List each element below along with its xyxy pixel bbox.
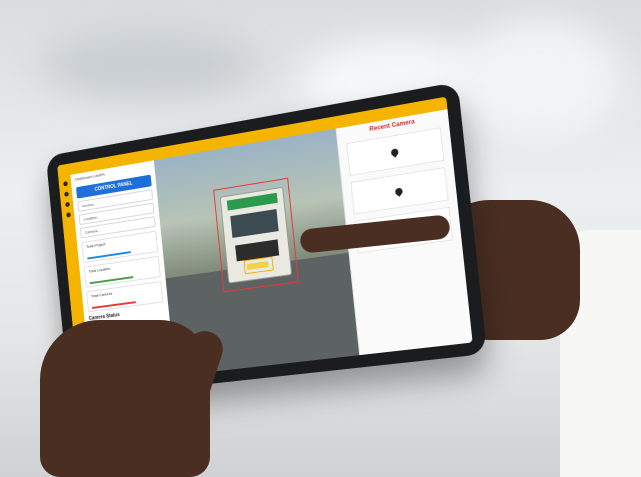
stat-label: Total Project — [85, 241, 106, 250]
map-pin-icon — [393, 186, 405, 197]
stat-bar — [89, 276, 134, 285]
settings-icon[interactable] — [65, 212, 71, 218]
recent-camera-item[interactable] — [350, 166, 449, 215]
stat-bar — [87, 251, 132, 260]
map-pin-icon — [389, 146, 400, 158]
vehicle-bounding-box — [213, 177, 299, 293]
stat-label: Total Camera — [90, 290, 113, 299]
home-icon[interactable] — [63, 191, 69, 197]
camera-icon[interactable] — [64, 201, 70, 208]
menu-icon[interactable] — [62, 181, 68, 187]
photo-scene: Dashboard / ANPR CONTROL PANEL Invoice..… — [0, 0, 641, 477]
stat-bar — [92, 301, 136, 309]
stat-label: Total Location — [88, 265, 111, 274]
